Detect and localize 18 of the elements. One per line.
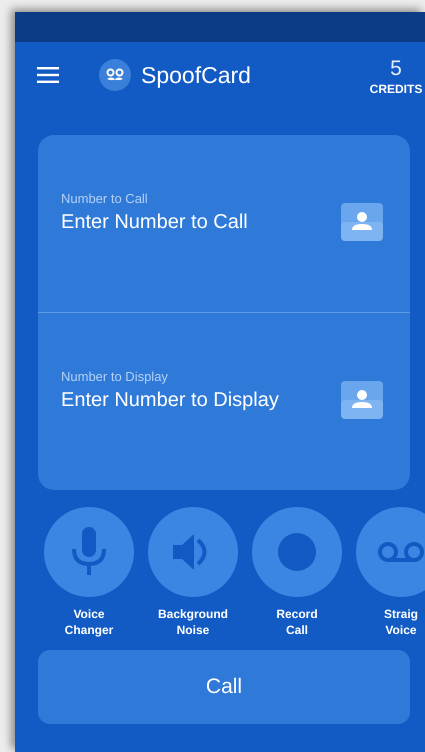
feature-label: Straig Voice: [384, 606, 418, 638]
field-label: Number to Call: [61, 191, 149, 206]
menu-icon[interactable]: [37, 67, 59, 83]
logo-icon: [99, 59, 131, 91]
feature-label: Record Call: [276, 606, 318, 638]
record-icon: [278, 533, 316, 571]
field-label: Number to Display: [61, 369, 169, 384]
app-title: SpoofCard: [141, 62, 252, 88]
call-button[interactable]: Call: [38, 650, 410, 724]
voicemail-icon: [377, 540, 425, 564]
feature-label: Background Noise: [158, 606, 228, 638]
input-field[interactable]: Enter Number to Call: [61, 211, 321, 234]
voicemail-button[interactable]: [356, 507, 425, 597]
credits-label: CREDITS: [370, 81, 422, 97]
credits-count: 5: [390, 57, 402, 81]
feature-label: Voice Changer: [64, 606, 114, 638]
input-field[interactable]: Enter Number to Display: [61, 389, 321, 412]
microphone-icon: [69, 527, 109, 577]
